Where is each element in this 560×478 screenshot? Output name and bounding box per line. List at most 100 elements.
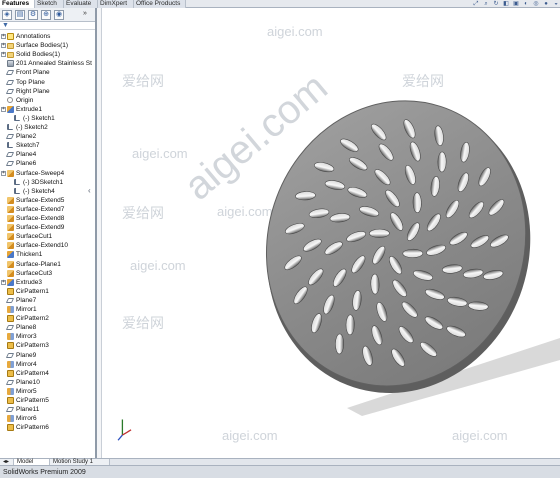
plane-icon: [5, 70, 15, 76]
perforation-hole: [437, 151, 447, 173]
tree-item[interactable]: 201 Annealed Stainless St: [0, 59, 95, 68]
tree-item[interactable]: Mirror4: [0, 360, 95, 369]
tab-dimxpert[interactable]: DimXpert: [98, 0, 134, 8]
tree-item[interactable]: (-) Sketch4: [0, 187, 95, 196]
expand-icon[interactable]: +: [1, 106, 6, 112]
zoom-area-icon[interactable]: ⌕: [482, 0, 490, 8]
hide-show-icon[interactable]: ◎: [532, 0, 540, 8]
section-view-icon[interactable]: ◧: [502, 0, 510, 8]
tree-item[interactable]: Mirror6: [0, 414, 95, 423]
tree-item[interactable]: Origin: [0, 96, 95, 105]
tree-item[interactable]: Plane8: [0, 323, 95, 332]
tree-item[interactable]: Sketch7: [0, 141, 95, 150]
scene-icon[interactable]: ◒: [552, 0, 560, 8]
zoom-fit-icon[interactable]: ⤢: [472, 0, 480, 8]
tree-item[interactable]: + Extrude3: [0, 278, 95, 287]
tree-item[interactable]: CirPattern3: [0, 341, 95, 350]
tree-item[interactable]: + Surface-Sweep4: [0, 169, 95, 178]
property-manager-icon[interactable]: ▤: [15, 10, 25, 20]
tree-item[interactable]: + Annotations: [0, 32, 95, 41]
tree-item[interactable]: CirPattern1: [0, 287, 95, 296]
tree-item[interactable]: Plane9: [0, 351, 95, 360]
tab-evaluate[interactable]: Evaluate: [64, 0, 98, 8]
view-orientation-icon[interactable]: ▣: [512, 0, 520, 8]
expand-icon[interactable]: +: [1, 52, 6, 58]
graphics-viewport[interactable]: aigei.com 爱给网 爱给网 aigei.com 爱给网 aigei.co…: [102, 8, 560, 458]
collapse-panel-icon[interactable]: ‹: [88, 186, 91, 195]
rotate-icon[interactable]: ↻: [492, 0, 500, 8]
tree-item[interactable]: Plane7: [0, 296, 95, 305]
tree-item-label: CirPattern5: [16, 397, 49, 404]
tree-item[interactable]: Thicken1: [0, 250, 95, 259]
tab-sketch[interactable]: Sketch: [35, 0, 64, 8]
expand-panel-icon[interactable]: »: [80, 10, 90, 20]
tree-item[interactable]: Plane2: [0, 132, 95, 141]
tree-item[interactable]: (-) Sketch1: [0, 114, 95, 123]
svg-text:aigei.com: aigei.com: [452, 428, 508, 443]
tree-item-label: Surface-Extend9: [16, 224, 65, 232]
feature-manager-icon[interactable]: ◈: [2, 10, 12, 20]
tab-office-products[interactable]: Office Products: [134, 0, 186, 8]
tree-item[interactable]: CirPattern4: [0, 369, 95, 378]
tree-item-label: Plane11: [16, 406, 40, 414]
surface-icon: [7, 260, 14, 268]
tree-item[interactable]: CirPattern5: [0, 396, 95, 405]
expand-icon[interactable]: +: [1, 34, 6, 39]
perforation-hole: [369, 228, 390, 238]
appearance-icon[interactable]: ●: [542, 0, 550, 8]
tree-item-label: (-) Sketch2: [16, 124, 48, 131]
pattern-icon: [7, 287, 14, 295]
tree-item-label: Plane8: [16, 324, 37, 332]
coordinate-triad-icon: [117, 419, 132, 441]
tree-item[interactable]: Plane10: [0, 378, 95, 387]
tree-item[interactable]: + Extrude1: [0, 105, 95, 114]
tree-item[interactable]: Mirror1: [0, 305, 95, 314]
tree-item[interactable]: Surface-Extend9: [0, 223, 95, 232]
configuration-manager-icon[interactable]: ⚙: [28, 10, 38, 20]
tree-item[interactable]: Surface-Extend10: [0, 241, 95, 250]
tree-item[interactable]: Mirror5: [0, 387, 95, 396]
expand-icon[interactable]: +: [1, 43, 6, 49]
expand-icon[interactable]: +: [1, 170, 6, 176]
plane-icon: [5, 88, 15, 94]
pattern-icon: [7, 369, 14, 377]
tree-item[interactable]: Surface-Plane1: [0, 260, 95, 269]
plane-icon: [5, 134, 15, 140]
tree-item-label: Surface-Extend5: [16, 196, 65, 204]
tree-item[interactable]: Surface-Extend7: [0, 205, 95, 214]
filter-icon[interactable]: ▼: [2, 22, 9, 30]
tree-item[interactable]: Front Plane: [0, 68, 95, 77]
tree-item-label: Surface Bodies(1): [16, 42, 69, 50]
tree-item[interactable]: (-) Sketch2: [0, 123, 95, 132]
tree-item[interactable]: Right Plane: [0, 87, 95, 96]
tree-item[interactable]: Plane4: [0, 150, 95, 159]
display-manager-icon[interactable]: ◉: [54, 10, 64, 20]
svg-text:aigei.com: aigei.com: [217, 204, 273, 219]
plane-icon: [5, 152, 15, 158]
tree-item-label: Plane9: [16, 351, 37, 359]
svg-text:爱给网: 爱给网: [122, 73, 164, 89]
tree-item[interactable]: CirPattern6: [0, 423, 95, 432]
tree-item-label: (-) Sketch1: [23, 114, 55, 122]
tree-item[interactable]: Mirror3: [0, 332, 95, 341]
tree-item[interactable]: Surface-Extend8: [0, 214, 95, 223]
tree-item[interactable]: SurfaceCut1: [0, 232, 95, 241]
tree-item[interactable]: + Solid Bodies(1): [0, 50, 95, 59]
tree-item-label: Mirror1: [16, 306, 37, 313]
tree-item[interactable]: Surface-Extend5: [0, 196, 95, 205]
bottom-tabs: ◂▸ Model Motion Study 1: [0, 458, 560, 466]
expand-icon[interactable]: +: [1, 279, 6, 285]
dimxpert-manager-icon[interactable]: ⊕: [41, 10, 51, 20]
tab-features[interactable]: Features: [0, 0, 35, 8]
feature-manager-panel: ◈ ▤ ⚙ ⊕ ◉ » ▼ + Annotations + Surface Bodie…: [0, 8, 97, 458]
tree-item-label: SurfaceCut3: [16, 269, 53, 277]
tree-item[interactable]: SurfaceCut3: [0, 269, 95, 278]
tree-item[interactable]: Plane11: [0, 405, 95, 414]
tree-item[interactable]: Top Plane: [0, 78, 95, 87]
tree-item[interactable]: (-) 3DSketch1: [0, 178, 95, 187]
pattern-icon: [7, 342, 14, 350]
tree-item[interactable]: + Surface Bodies(1): [0, 41, 95, 50]
display-style-icon[interactable]: ◐: [522, 0, 530, 8]
tree-item[interactable]: Plane6: [0, 159, 95, 168]
tree-item[interactable]: CirPattern2: [0, 314, 95, 323]
